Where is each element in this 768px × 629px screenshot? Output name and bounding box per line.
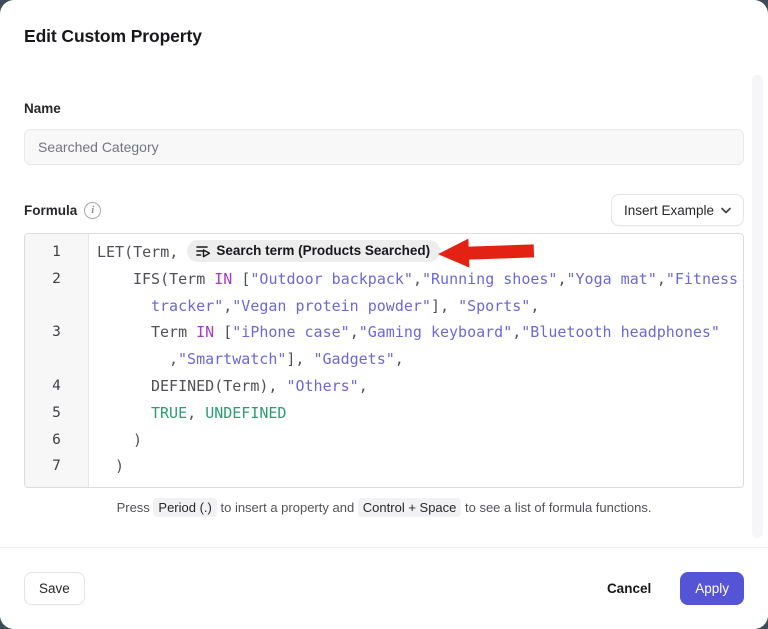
code-token: Term bbox=[151, 323, 196, 341]
code-line: tracker","Vegan protein powder"], "Sport… bbox=[25, 293, 743, 320]
code-token: ], bbox=[431, 297, 458, 315]
code-token: "Sports" bbox=[458, 297, 530, 315]
name-field[interactable]: Searched Category bbox=[24, 129, 744, 165]
code-token: , bbox=[512, 323, 521, 341]
code-token: "Others" bbox=[286, 377, 358, 395]
code-token: "Fitness bbox=[666, 270, 738, 288]
edit-custom-property-dialog: Edit Custom Property Name Searched Categ… bbox=[0, 0, 768, 629]
code-token: , bbox=[530, 297, 539, 315]
code-line: 7) bbox=[25, 453, 743, 480]
code-token: , bbox=[350, 323, 359, 341]
dialog-footer: Save Cancel Apply bbox=[0, 547, 768, 629]
code-token: , bbox=[223, 297, 232, 315]
name-label: Name bbox=[24, 101, 744, 116]
code-token: "Outdoor backpack" bbox=[250, 270, 413, 288]
hint-text: Press bbox=[117, 500, 154, 515]
code-text: Term IN ["iPhone case","Gaming keyboard"… bbox=[88, 319, 720, 346]
code-line: 5TRUE, UNDEFINED bbox=[25, 400, 743, 427]
code-token: "iPhone case" bbox=[232, 323, 349, 341]
formula-editor[interactable]: 1LET(Term, Search term (Products Searche… bbox=[24, 233, 744, 488]
formula-label-wrap: Formula i bbox=[24, 202, 101, 219]
code-token: IN bbox=[214, 270, 232, 288]
chevron-down-icon bbox=[721, 207, 731, 214]
line-number: 6 bbox=[25, 427, 88, 454]
line-number: 7 bbox=[25, 453, 88, 480]
code-token: TRUE bbox=[151, 404, 187, 422]
line-number: 1 bbox=[25, 239, 88, 266]
red-arrow-annotation bbox=[436, 234, 535, 275]
line-number bbox=[25, 293, 88, 320]
line-number: 2 bbox=[25, 266, 88, 293]
code-token: , bbox=[413, 270, 422, 288]
code-token: [ bbox=[214, 323, 232, 341]
code-token: DEFINED(Term), bbox=[151, 377, 286, 395]
code-text: LET(Term, Search term (Products Searched… bbox=[88, 239, 458, 266]
code-text: ) bbox=[88, 427, 142, 454]
code-token: LET(Term, bbox=[97, 243, 187, 261]
save-button[interactable]: Save bbox=[24, 572, 85, 605]
property-chip-label: Search term (Products Searched) bbox=[216, 242, 430, 260]
code-line: 2IFS(Term IN ["Outdoor backpack","Runnin… bbox=[25, 266, 743, 293]
cancel-button[interactable]: Cancel bbox=[603, 572, 655, 605]
name-field-value: Searched Category bbox=[38, 139, 159, 155]
hint-text: to see a list of formula functions. bbox=[461, 500, 651, 515]
scrollbar[interactable] bbox=[752, 75, 763, 538]
code-token: , bbox=[657, 270, 666, 288]
code-token: UNDEFINED bbox=[205, 404, 286, 422]
code-line: ,"Smartwatch"], "Gadgets", bbox=[25, 346, 743, 373]
line-number bbox=[25, 346, 88, 373]
code-token: tracker" bbox=[151, 297, 223, 315]
insert-example-label: Insert Example bbox=[624, 203, 714, 218]
formula-code: 1LET(Term, Search term (Products Searche… bbox=[25, 234, 743, 487]
code-text: tracker","Vegan protein powder"], "Sport… bbox=[88, 293, 539, 320]
property-chip[interactable]: Search term (Products Searched) bbox=[187, 240, 440, 262]
hint-text: to insert a property and bbox=[217, 500, 358, 515]
code-line: 1LET(Term, Search term (Products Searche… bbox=[25, 239, 743, 266]
code-text: DEFINED(Term), "Others", bbox=[88, 373, 368, 400]
info-icon[interactable]: i bbox=[84, 202, 101, 219]
code-token: ], bbox=[286, 350, 313, 368]
code-token: "Smartwatch" bbox=[178, 350, 286, 368]
code-token: , bbox=[557, 270, 566, 288]
apply-button[interactable]: Apply bbox=[680, 572, 744, 605]
dialog-header: Edit Custom Property bbox=[0, 0, 768, 47]
kbd-period: Period (.) bbox=[153, 498, 216, 517]
formula-header-row: Formula i Insert Example bbox=[24, 194, 744, 226]
code-token: ) bbox=[133, 431, 142, 449]
kbd-control-space: Control + Space bbox=[358, 498, 462, 517]
code-token: IN bbox=[196, 323, 214, 341]
code-token: , bbox=[187, 404, 205, 422]
code-token: "Vegan protein powder" bbox=[232, 297, 431, 315]
code-token: "Gadgets" bbox=[314, 350, 395, 368]
line-number: 5 bbox=[25, 400, 88, 427]
line-number: 4 bbox=[25, 373, 88, 400]
dialog-body: Name Searched Category Formula i Insert … bbox=[0, 101, 768, 515]
code-line: 4DEFINED(Term), "Others", bbox=[25, 373, 743, 400]
editor-hint: Press Period (.) to insert a property an… bbox=[24, 500, 744, 515]
code-token: IFS(Term bbox=[133, 270, 214, 288]
code-text: TRUE, UNDEFINED bbox=[88, 400, 286, 427]
code-token: [ bbox=[232, 270, 250, 288]
code-text: IFS(Term IN ["Outdoor backpack","Running… bbox=[88, 266, 738, 293]
code-text: ,"Smartwatch"], "Gadgets", bbox=[88, 346, 404, 373]
code-token: , bbox=[169, 350, 178, 368]
formula-label: Formula bbox=[24, 203, 77, 218]
code-token: "Yoga mat" bbox=[567, 270, 657, 288]
line-number: 3 bbox=[25, 319, 88, 346]
insert-example-button[interactable]: Insert Example bbox=[611, 194, 744, 226]
code-token: , bbox=[395, 350, 404, 368]
code-line: 3Term IN ["iPhone case","Gaming keyboard… bbox=[25, 319, 743, 346]
code-line: 6) bbox=[25, 427, 743, 454]
code-token: ) bbox=[115, 457, 124, 475]
page-title: Edit Custom Property bbox=[24, 26, 744, 47]
code-token: , bbox=[359, 377, 368, 395]
event-property-icon bbox=[196, 244, 210, 258]
code-text: ) bbox=[88, 453, 124, 480]
code-token: "Bluetooth headphones" bbox=[521, 323, 720, 341]
code-token: "Gaming keyboard" bbox=[359, 323, 513, 341]
